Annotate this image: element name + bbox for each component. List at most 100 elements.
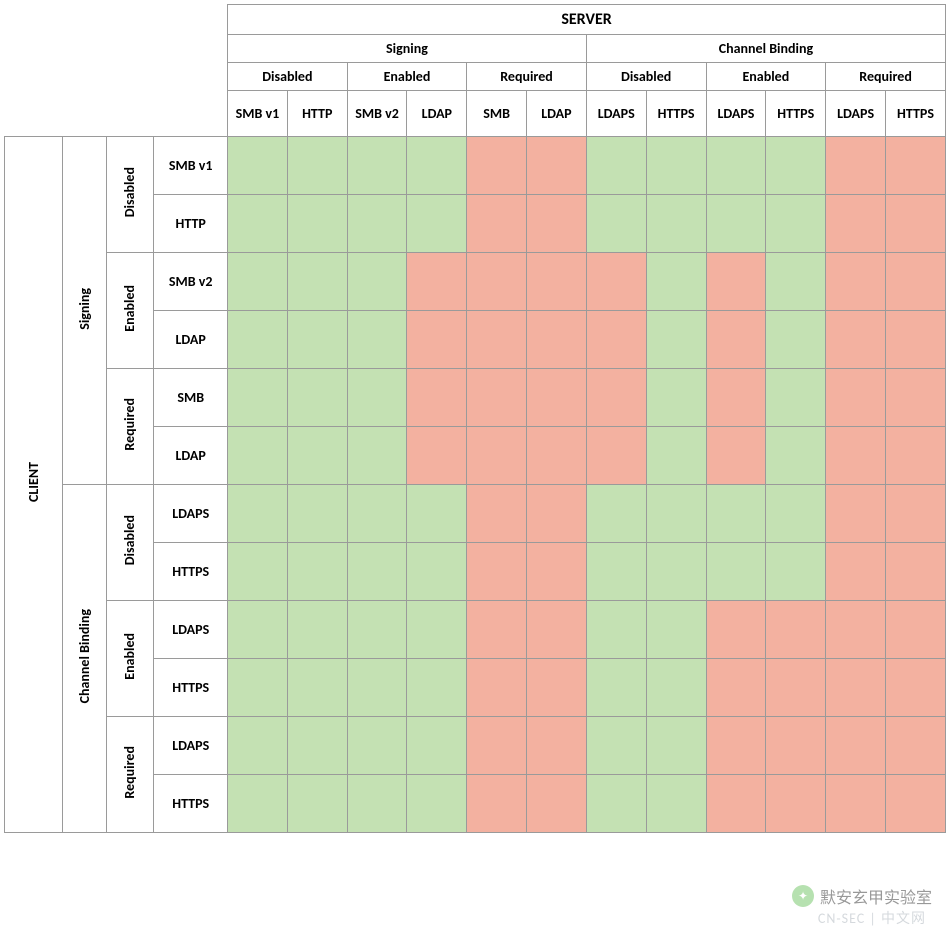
client-proto: HTTP [154, 195, 228, 253]
matrix-cell [766, 311, 826, 369]
matrix-cell [826, 775, 886, 833]
matrix-cell [646, 485, 706, 543]
matrix-cell [287, 195, 347, 253]
matrix-cell [706, 485, 766, 543]
matrix-cell [228, 659, 288, 717]
matrix-cell [347, 311, 407, 369]
matrix-cell [228, 137, 288, 195]
matrix-cell [766, 195, 826, 253]
matrix-cell [766, 775, 826, 833]
matrix-cell [646, 659, 706, 717]
matrix-cell [586, 659, 646, 717]
matrix-cell [527, 195, 587, 253]
matrix-cell [766, 369, 826, 427]
matrix-cell [826, 659, 886, 717]
matrix-cell [407, 543, 467, 601]
client-state: Disabled [106, 485, 154, 601]
server-state: Required [467, 63, 587, 91]
client-proto: HTTPS [154, 659, 228, 717]
client-proto: SMB v1 [154, 137, 228, 195]
matrix-cell [407, 427, 467, 485]
matrix-cell [407, 253, 467, 311]
matrix-cell [706, 195, 766, 253]
matrix-cell [228, 717, 288, 775]
client-proto: LDAP [154, 311, 228, 369]
server-state: Required [826, 63, 946, 91]
matrix-cell [766, 543, 826, 601]
matrix-cell [586, 253, 646, 311]
client-state: Disabled [106, 137, 154, 253]
matrix-cell [407, 717, 467, 775]
matrix-cell [347, 427, 407, 485]
matrix-cell [527, 369, 587, 427]
matrix-cell [826, 601, 886, 659]
watermark-text: 默安玄甲实验室 [820, 884, 932, 908]
matrix-cell [886, 659, 946, 717]
matrix-cell [646, 601, 706, 659]
matrix-cell [886, 717, 946, 775]
matrix-cell [766, 427, 826, 485]
client-proto: LDAPS [154, 717, 228, 775]
matrix-cell [287, 601, 347, 659]
matrix-cell [706, 311, 766, 369]
matrix-cell [766, 137, 826, 195]
matrix-cell [527, 137, 587, 195]
matrix-cell [467, 543, 527, 601]
client-proto: SMB v2 [154, 253, 228, 311]
server-proto: LDAPS [706, 91, 766, 137]
matrix-cell [646, 543, 706, 601]
matrix-cell [646, 137, 706, 195]
matrix-cell [586, 485, 646, 543]
matrix-cell [467, 253, 527, 311]
matrix-cell [467, 427, 527, 485]
matrix-cell [586, 775, 646, 833]
matrix-cell [706, 137, 766, 195]
server-proto: HTTPS [646, 91, 706, 137]
matrix-cell [347, 601, 407, 659]
client-proto: LDAPS [154, 485, 228, 543]
matrix-cell [287, 137, 347, 195]
matrix-cell [228, 427, 288, 485]
matrix-cell [646, 195, 706, 253]
watermark-sub: CN-SEC | 中文网 [818, 908, 926, 928]
matrix-cell [527, 253, 587, 311]
matrix-cell [886, 253, 946, 311]
matrix-cell [706, 543, 766, 601]
matrix-cell [646, 253, 706, 311]
matrix-cell [586, 195, 646, 253]
matrix-cell [826, 543, 886, 601]
matrix-cell [586, 427, 646, 485]
matrix-cell [407, 195, 467, 253]
matrix-cell [467, 195, 527, 253]
server-proto: LDAP [407, 91, 467, 137]
matrix-cell [287, 311, 347, 369]
matrix-cell [407, 485, 467, 543]
matrix-cell [646, 717, 706, 775]
client-axis-label: CLIENT [5, 137, 63, 833]
matrix-cell [527, 601, 587, 659]
matrix-cell [347, 543, 407, 601]
matrix-cell [586, 543, 646, 601]
client-proto: LDAP [154, 427, 228, 485]
server-proto: LDAPS [586, 91, 646, 137]
matrix-cell [347, 195, 407, 253]
client-state: Enabled [106, 253, 154, 369]
client-state: Required [106, 717, 154, 833]
matrix-cell [467, 601, 527, 659]
matrix-cell [886, 311, 946, 369]
matrix-cell [407, 659, 467, 717]
matrix-cell [646, 311, 706, 369]
matrix-cell [886, 137, 946, 195]
matrix-cell [826, 369, 886, 427]
matrix-cell [347, 775, 407, 833]
matrix-cell [646, 427, 706, 485]
server-cat-cb: Channel Binding [586, 35, 945, 63]
matrix-cell [228, 195, 288, 253]
wechat-icon: ✦ [792, 885, 814, 907]
matrix-cell [646, 369, 706, 427]
matrix-cell [228, 253, 288, 311]
server-cat-signing: Signing [228, 35, 587, 63]
matrix-cell [886, 485, 946, 543]
matrix-cell [287, 659, 347, 717]
matrix-cell [467, 369, 527, 427]
